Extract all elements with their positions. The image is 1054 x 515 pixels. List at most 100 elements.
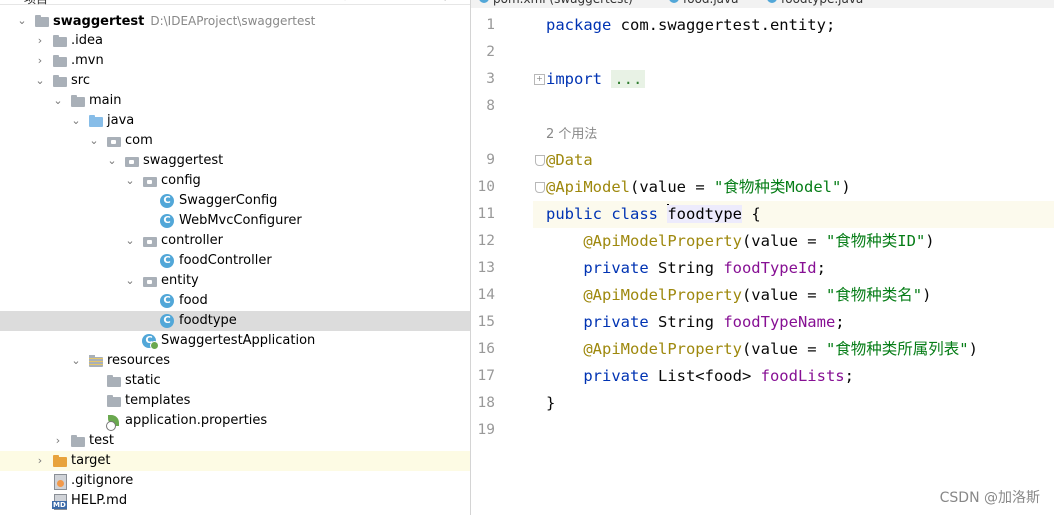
tree-item-idea[interactable]: › .idea — [0, 31, 470, 51]
tree-item-label: food — [179, 293, 208, 308]
spring-boot-class-icon: C — [142, 334, 159, 350]
code-line[interactable]: import ... — [533, 66, 1054, 93]
code-token: (value = — [630, 178, 714, 196]
tree-item-com[interactable]: ⌄ com — [0, 131, 470, 151]
markdown-file-icon — [52, 494, 68, 510]
expand-arrow-icon[interactable]: › — [34, 51, 46, 71]
tree-item-main[interactable]: ⌄ main — [0, 91, 470, 111]
code-line[interactable]: @ApiModelProperty(value = "食物种类所属列表") — [533, 336, 1054, 363]
module-folder-icon — [34, 14, 50, 28]
project-header-tools[interactable]: ⊕ ≑ ⚙ — [340, 0, 469, 3]
tree-item-label: application.properties — [125, 413, 268, 428]
tree-item-target[interactable]: › target — [0, 451, 470, 471]
code-line[interactable]: public class foodtype { — [533, 201, 1054, 228]
tree-item-config[interactable]: ⌄ config — [0, 171, 470, 191]
code-text: } — [546, 390, 555, 417]
code-token: import — [546, 70, 612, 88]
collapse-arrow-icon[interactable]: ⌄ — [88, 131, 100, 151]
expand-arrow-icon[interactable]: › — [52, 431, 64, 451]
tree-item-application-properties[interactable]: application.properties — [0, 411, 470, 431]
package-icon — [142, 174, 158, 188]
expand-arrow-icon[interactable]: › — [34, 31, 46, 51]
code-line[interactable]: @ApiModelProperty(value = "食物种类ID") — [533, 228, 1054, 255]
tree-item-webmvcconfigurer[interactable]: C WebMvcConfigurer — [0, 211, 470, 231]
project-panel-title[interactable]: 项目 — [24, 0, 48, 7]
collapse-arrow-icon[interactable]: ⌄ — [70, 351, 82, 371]
tree-item-resources[interactable]: ⌄ resources — [0, 351, 470, 371]
code-line[interactable]: private String foodTypeId; — [533, 255, 1054, 282]
tree-item-label: WebMvcConfigurer — [179, 213, 302, 228]
code-text: @Data — [546, 147, 593, 174]
usage-hint[interactable]: 2 个用法 — [546, 127, 597, 142]
expand-arrow-icon[interactable]: › — [34, 451, 46, 471]
tree-item-foodcontroller[interactable]: CfoodController — [0, 251, 470, 271]
line-number[interactable]: 1 — [471, 12, 495, 39]
line-number[interactable]: 14 — [471, 282, 495, 309]
tree-item-static[interactable]: static — [0, 371, 470, 391]
collapse-arrow-icon[interactable]: ⌄ — [70, 111, 82, 131]
project-tool-window: 项目 ⊕ ≑ ⚙ ⌄ swaggertestD:\IDEAProject\swag… — [0, 0, 470, 515]
tree-item-label: foodController — [179, 253, 272, 268]
line-number[interactable]: 11 — [471, 201, 495, 228]
tree-item-label: foodtype — [179, 313, 237, 328]
tree-item-swaggertest[interactable]: ⌄ swaggertest D:\IDEAProject\swaggertest — [0, 11, 470, 31]
editor-tab-label: food.java — [683, 0, 738, 6]
code-line[interactable]: private String foodTypeName; — [533, 309, 1054, 336]
code-line[interactable] — [533, 93, 1054, 120]
tree-item-test[interactable]: › test — [0, 431, 470, 451]
tree-item-controller[interactable]: ⌄ controller — [0, 231, 470, 251]
collapse-arrow-icon[interactable]: ⌄ — [124, 171, 136, 191]
code-token: private — [583, 313, 658, 331]
line-number[interactable]: 19 — [471, 417, 495, 444]
tree-item-help-md[interactable]: HELP.md — [0, 491, 470, 511]
code-token: ) — [925, 232, 935, 250]
tree-item-food[interactable]: Cfood — [0, 291, 470, 311]
code-line[interactable]: } — [533, 390, 1054, 417]
collapse-arrow-icon[interactable]: ⌄ — [124, 271, 136, 291]
line-number[interactable]: 3 — [471, 66, 495, 93]
code-area[interactable]: package com.swaggertest.entity; import ..… — [533, 8, 1054, 515]
code-line[interactable] — [533, 417, 1054, 444]
folded-imports[interactable]: ... — [611, 70, 646, 88]
tree-item-swaggertestapplication[interactable]: C SwaggertestApplication — [0, 331, 470, 351]
line-number[interactable]: 15 — [471, 309, 495, 336]
line-number[interactable]: 2 — [471, 39, 495, 66]
tree-item-entity[interactable]: ⌄ entity — [0, 271, 470, 291]
line-number[interactable]: 16 — [471, 336, 495, 363]
code-editor[interactable]: 1 2 3 +8 9 10 11 12 13 14 15 16 17 18 19 package com.s… — [471, 8, 1054, 515]
tree-item-java[interactable]: ⌄ java — [0, 111, 470, 131]
line-number[interactable]: 10 — [471, 174, 495, 201]
code-token: (value = — [741, 340, 826, 358]
collapse-arrow-icon[interactable]: ⌄ — [52, 91, 64, 111]
tree-item-foodtype[interactable]: Cfoodtype — [0, 311, 470, 331]
code-token: public class — [546, 205, 668, 223]
line-number[interactable]: 18 — [471, 390, 495, 417]
code-line[interactable] — [533, 39, 1054, 66]
line-number[interactable]: 12 — [471, 228, 495, 255]
code-line[interactable]: package com.swaggertest.entity; — [533, 12, 1054, 39]
line-number[interactable]: 8 — [471, 93, 495, 120]
line-number[interactable]: 13 — [471, 255, 495, 282]
editor-tab-pom-xml[interactable]: pom.xml (swaggertest) — [479, 0, 633, 8]
usage-hint-line[interactable]: 2 个用法 — [533, 120, 1054, 147]
code-line[interactable]: @ApiModel(value = "食物种类Model") — [533, 174, 1054, 201]
tree-item-templates[interactable]: templates — [0, 391, 470, 411]
collapse-arrow-icon[interactable]: ⌄ — [16, 11, 28, 31]
tree-item-gitignore[interactable]: .gitignore — [0, 471, 470, 491]
line-number-gutter[interactable]: 1 2 3 +8 9 10 11 12 13 14 15 16 17 18 19 — [471, 8, 545, 515]
collapse-arrow-icon[interactable]: ⌄ — [106, 151, 118, 171]
java-class-icon: C — [160, 254, 174, 268]
code-line[interactable]: private List<food> foodLists; — [533, 363, 1054, 390]
tree-item-src[interactable]: ⌄ src — [0, 71, 470, 91]
editor-tab-food-java[interactable]: food.java — [669, 0, 738, 8]
tree-item-swaggertest[interactable]: ⌄ swaggertest — [0, 151, 470, 171]
tree-item-swaggerconfig[interactable]: C SwaggerConfig — [0, 191, 470, 211]
code-line[interactable]: @Data — [533, 147, 1054, 174]
tree-item-mvn[interactable]: › .mvn — [0, 51, 470, 71]
code-line[interactable]: @ApiModelProperty(value = "食物种类名") — [533, 282, 1054, 309]
tree-item-label: swaggertest D:\IDEAProject\swaggertest — [53, 14, 316, 29]
collapse-arrow-icon[interactable]: ⌄ — [34, 71, 46, 91]
line-number[interactable]: 17 — [471, 363, 495, 390]
line-number[interactable]: 9 — [471, 147, 495, 174]
collapse-arrow-icon[interactable]: ⌄ — [124, 231, 136, 251]
